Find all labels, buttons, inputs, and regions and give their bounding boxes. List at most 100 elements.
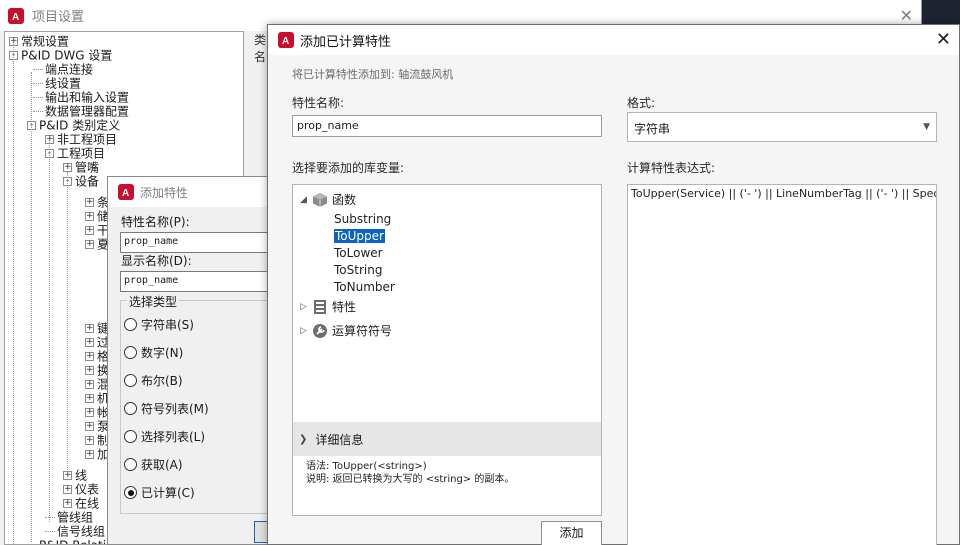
calc-property-name-input[interactable]: prop_name [292, 115, 602, 137]
expand-icon[interactable]: + [85, 380, 94, 389]
tree-node[interactable]: + 过 [85, 335, 109, 350]
add-property-dialog: A 添加特性 特性名称(P): prop_name 显示名称(D): prop_… [107, 176, 288, 545]
radio-circle-icon[interactable] [124, 458, 137, 471]
expand-icon[interactable]: + [85, 212, 94, 221]
tree-node[interactable]: 线设置 [33, 76, 81, 91]
tree-node[interactable]: + 制 [85, 433, 109, 448]
function-item[interactable]: ToString [334, 263, 382, 277]
tree-node[interactable]: 端点连接 [33, 62, 93, 77]
display-name-input[interactable]: prop_name [120, 271, 288, 292]
tree-node[interactable]: + 夏 [85, 237, 109, 252]
project-settings-title: 项目设置 [32, 10, 85, 25]
tree-connector [45, 531, 55, 532]
tree-node-label: 常规设置 [21, 34, 70, 49]
type-radio-label: 已计算(C) [141, 486, 195, 500]
tree-node[interactable]: 管线组 [45, 510, 93, 525]
properties-node[interactable]: ▷ 特性 [300, 298, 356, 315]
radio-circle-icon[interactable] [124, 318, 137, 331]
expand-icon[interactable]: + [85, 408, 94, 417]
tree-node[interactable]: - 设备 [63, 174, 99, 189]
add-button[interactable]: 添加 [541, 521, 602, 545]
function-item[interactable]: ToNumber [334, 280, 395, 294]
expand-icon[interactable]: + [85, 394, 94, 403]
type-radio[interactable]: 数字(N) [124, 344, 183, 361]
function-item[interactable]: ToLower [334, 246, 383, 260]
expand-icon[interactable]: + [63, 499, 72, 508]
tree-node[interactable]: + 换 [85, 363, 109, 378]
function-item[interactable]: Substring [334, 212, 391, 226]
tree-node[interactable]: + 机 [85, 391, 109, 406]
tree-node[interactable]: + 泵 [85, 419, 109, 434]
svg-text:A: A [12, 12, 19, 23]
tree-node[interactable]: + 条 [85, 195, 109, 210]
property-name-input[interactable]: prop_name [120, 232, 288, 253]
expand-icon[interactable]: + [85, 226, 94, 235]
radio-circle-icon[interactable] [124, 374, 137, 387]
tree-node-label: 输出和输入设置 [45, 90, 130, 105]
details-header[interactable]: ❯ 详细信息 [293, 422, 601, 456]
tree-node[interactable]: + 管嘴 [63, 160, 100, 175]
library-label: 选择要添加的库变量: [292, 161, 405, 175]
expand-icon[interactable]: + [85, 240, 94, 249]
tree-node[interactable]: + 格 [85, 349, 109, 364]
tree-connector [33, 83, 43, 84]
calc-property-name-label: 特性名称: [292, 96, 345, 110]
functions-node[interactable]: ◢ 函数 [300, 191, 356, 208]
expand-icon[interactable]: + [85, 450, 94, 459]
type-radio[interactable]: 符号列表(M) [124, 400, 209, 417]
expand-icon[interactable]: + [63, 471, 72, 480]
expand-icon[interactable]: + [85, 198, 94, 207]
type-radio[interactable]: 选择列表(L) [124, 428, 205, 445]
expand-icon[interactable]: + [85, 366, 94, 375]
type-radio[interactable]: 布尔(B) [124, 372, 183, 389]
expand-icon[interactable]: + [85, 352, 94, 361]
tree-node-label: 信号线组 [57, 524, 106, 539]
tree-node[interactable]: + 干 [85, 223, 109, 238]
tree-node[interactable]: + 加 [85, 447, 109, 462]
tree-guide-line [31, 72, 32, 542]
function-item[interactable]: ToUpper [334, 229, 385, 243]
tree-node[interactable]: + 键 [85, 321, 109, 336]
tree-node[interactable]: - P&ID 类别定义 [27, 118, 121, 133]
expand-icon[interactable]: + [63, 163, 72, 172]
tree-node[interactable]: - 工程项目 [45, 146, 105, 161]
collapsed-triangle-icon: ▷ [300, 325, 307, 336]
expand-icon[interactable]: + [63, 485, 72, 494]
expand-icon[interactable]: + [85, 422, 94, 431]
radio-circle-icon[interactable] [124, 430, 137, 443]
tree-node-label: 管嘴 [75, 160, 100, 175]
operators-node[interactable]: ▷ 运算符符号 [300, 322, 392, 339]
display-name-label: 显示名称(D): [121, 254, 192, 268]
radio-circle-icon[interactable] [124, 346, 137, 359]
tree-node[interactable]: + 混 [85, 377, 109, 392]
type-radio[interactable]: 字符串(S) [124, 316, 194, 333]
radio-circle-icon[interactable] [124, 402, 137, 415]
tree-connector [33, 97, 43, 98]
tree-node[interactable]: 信号线组 [45, 524, 106, 539]
desktop-background [922, 0, 960, 24]
tree-node-label: P&ID 类别定义 [39, 118, 121, 133]
tree-node[interactable]: - P&ID DWG 设置 [9, 48, 112, 63]
tree-node[interactable]: + 常规设置 [9, 34, 70, 49]
tree-node[interactable]: + 在线 [63, 496, 99, 511]
tree-node[interactable]: + 储 [85, 209, 109, 224]
project-settings-close-icon[interactable]: ✕ [900, 6, 913, 25]
type-radio[interactable]: 获取(A) [124, 456, 183, 473]
autocad-app-icon: A [278, 32, 294, 48]
expand-icon[interactable]: + [85, 324, 94, 333]
tree-node[interactable]: + 仪表 [63, 482, 99, 497]
tree-guide-line [49, 142, 50, 522]
tree-node[interactable]: 数据管理器配置 [33, 104, 130, 119]
format-select[interactable]: 字符串 ▼ [627, 112, 937, 142]
tree-node-label: 数据管理器配置 [45, 104, 130, 119]
expression-textarea[interactable]: ToUpper(Service) || ('- ') || LineNumber… [627, 184, 937, 545]
svg-text:A: A [122, 188, 129, 199]
expand-icon[interactable]: + [85, 338, 94, 347]
tree-node[interactable]: 输出和输入设置 [33, 90, 130, 105]
expand-icon[interactable]: + [85, 436, 94, 445]
radio-circle-icon[interactable] [124, 486, 137, 499]
close-icon[interactable]: ✕ [936, 29, 951, 50]
type-radio[interactable]: 已计算(C) [124, 484, 195, 501]
tree-node[interactable]: + 非工程项目 [45, 132, 117, 147]
tree-node[interactable]: + 帐 [85, 405, 109, 420]
